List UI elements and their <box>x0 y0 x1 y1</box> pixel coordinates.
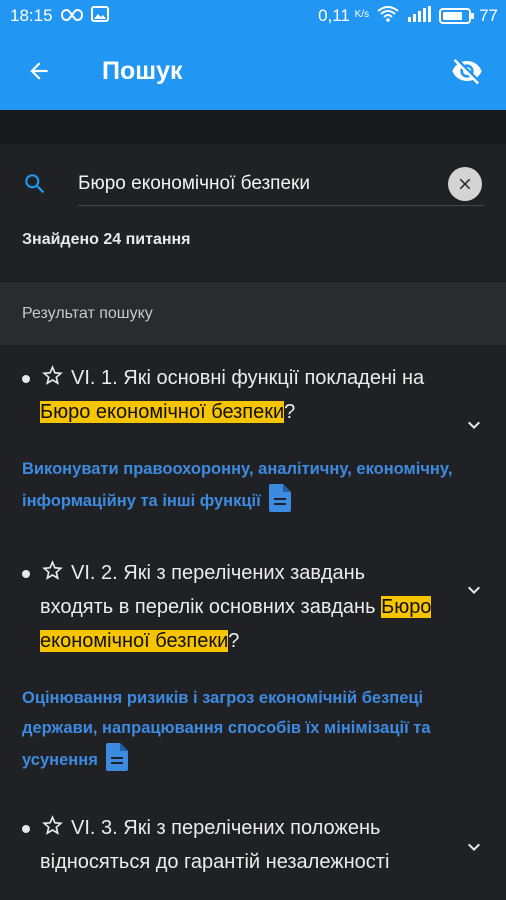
search-bar: Бюро економічної безпеки <box>22 164 488 204</box>
question-row: VI. 2. Які з перелічених завдань входять… <box>22 556 506 658</box>
battery-icon <box>439 8 475 24</box>
result-item[interactable]: VI. 1. Які основні функції покладені на … <box>0 345 506 516</box>
search-card: Бюро економічної безпеки Знайдено 24 пит… <box>0 144 506 281</box>
results-count: Знайдено 24 питання <box>22 231 191 248</box>
answer-text: Виконувати правоохоронну, аналітичну, ек… <box>22 460 453 512</box>
answer-text: Оцінювання ризиків і загроз економічній … <box>22 689 431 771</box>
infinity-icon <box>60 6 83 26</box>
document-icon[interactable] <box>268 484 291 512</box>
visibility-toggle-button[interactable] <box>428 32 506 110</box>
highlight: Бюро економічної безпеки <box>40 401 285 423</box>
eye-off-icon <box>452 59 482 85</box>
star-outline-icon[interactable] <box>40 558 65 583</box>
results-list: VI. 1. Які основні функції покладені на … <box>0 345 506 879</box>
battery-level: 77 <box>479 6 498 25</box>
result-item[interactable]: VI. 2. Які з перелічених завдань входять… <box>0 516 506 775</box>
status-time: 18:15 <box>10 6 53 25</box>
bullet <box>22 825 30 833</box>
section-header: Результат пошуку <box>0 281 506 345</box>
page-title: Пошук <box>102 56 183 85</box>
arrow-back-icon <box>30 62 48 80</box>
question-row: VI. 3. Які з перелічених положень віднос… <box>22 811 506 879</box>
image-icon <box>90 5 109 27</box>
chevron-down-icon[interactable] <box>462 413 486 437</box>
bullet <box>22 570 30 578</box>
signal-icon <box>407 5 432 27</box>
chevron-down-icon[interactable] <box>462 578 486 602</box>
status-bar: 18:15 0,11 K/s 77 <box>0 0 506 32</box>
clear-search-button[interactable] <box>448 167 482 201</box>
search-icon <box>25 174 45 194</box>
question-row: VI. 1. Які основні функції покладені на … <box>22 361 506 429</box>
question-text: VI. 3. Які з перелічених положень віднос… <box>40 811 440 879</box>
wifi-icon <box>377 5 399 27</box>
chevron-down-icon[interactable] <box>462 835 486 859</box>
divider-strip <box>0 110 506 144</box>
bullet <box>22 375 30 383</box>
search-underline <box>78 205 484 206</box>
star-outline-icon[interactable] <box>40 363 65 388</box>
back-button[interactable] <box>0 32 78 110</box>
search-input[interactable]: Бюро економічної безпеки <box>78 173 448 195</box>
star-outline-icon[interactable] <box>40 813 65 838</box>
result-item[interactable]: VI. 3. Які з перелічених положень віднос… <box>0 775 506 879</box>
app-bar: Пошук <box>0 32 506 110</box>
document-icon[interactable] <box>105 743 128 771</box>
question-text: VI. 1. Які основні функції покладені на … <box>40 361 440 429</box>
network-speed: 0,11 K/s <box>318 6 370 25</box>
question-text: VI. 2. Які з перелічених завдань входять… <box>40 556 440 658</box>
close-icon <box>459 178 471 190</box>
